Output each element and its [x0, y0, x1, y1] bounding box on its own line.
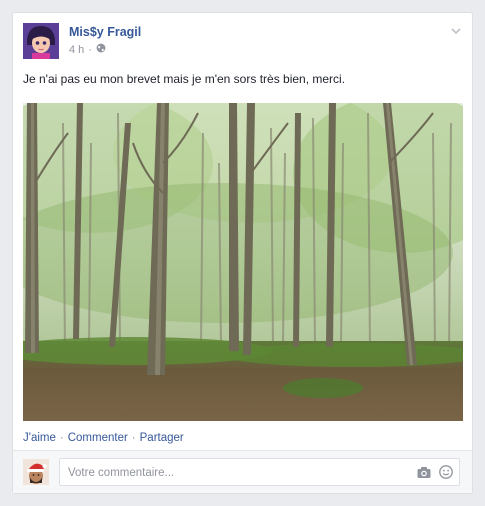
meta-separator: ·	[88, 43, 92, 56]
post-header: Mis$y Fragil 4 h ·	[23, 23, 462, 63]
post-card: Mis$y Fragil 4 h · Je n'ai pas eu mon br…	[12, 12, 473, 494]
comment-input-box[interactable]	[59, 458, 460, 486]
post-time[interactable]: 4 h	[69, 44, 84, 56]
like-link[interactable]: J'aime	[23, 432, 56, 444]
post-photo[interactable]	[23, 103, 463, 421]
comment-bar	[13, 450, 472, 493]
author-avatar[interactable]	[23, 23, 59, 59]
globe-icon[interactable]	[96, 43, 106, 56]
actions-dot-2: ·	[131, 432, 136, 444]
post-text: Je n'ai pas eu mon brevet mais je m'en s…	[23, 72, 346, 86]
author-name[interactable]: Mis$y Fragil	[69, 25, 141, 39]
post-meta: 4 h ·	[69, 43, 106, 56]
smiley-icon[interactable]	[439, 465, 453, 479]
commenter-avatar[interactable]	[23, 459, 49, 485]
post-options-chevron-icon[interactable]	[450, 25, 462, 37]
post-actions: J'aime · Commenter · Partager	[23, 432, 184, 444]
actions-dot-1: ·	[59, 432, 64, 444]
share-link[interactable]: Partager	[140, 432, 184, 444]
comment-link[interactable]: Commenter	[68, 432, 128, 444]
comment-input[interactable]	[66, 463, 410, 483]
camera-icon[interactable]	[417, 466, 431, 479]
